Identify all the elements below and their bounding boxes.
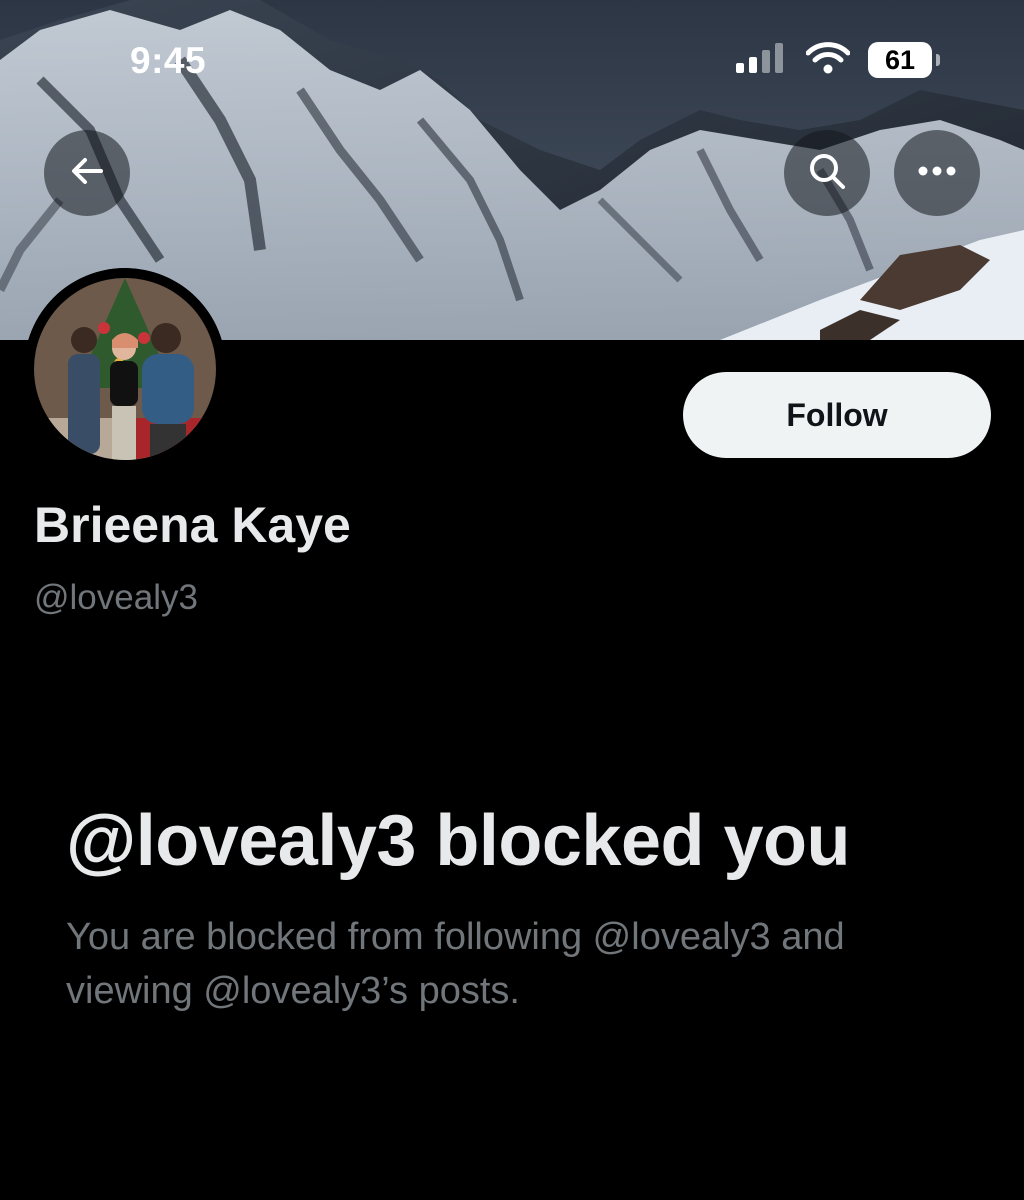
status-time: 9:45: [130, 40, 207, 81]
profile-avatar[interactable]: [24, 268, 226, 470]
search-icon: [806, 150, 848, 197]
wifi-icon: [805, 41, 851, 79]
profile-display-name: Brieena Kaye: [34, 497, 351, 553]
search-button[interactable]: [784, 130, 870, 216]
cellular-signal-icon: [736, 42, 788, 78]
status-icons: 61: [736, 40, 940, 80]
back-button[interactable]: [44, 130, 130, 216]
battery-indicator: 61: [868, 42, 940, 78]
battery-level: 61: [884, 44, 916, 75]
profile-handle: @lovealy3: [34, 578, 198, 617]
arrow-left-icon: [67, 151, 107, 196]
more-options-button[interactable]: [894, 130, 980, 216]
avatar-photo: [24, 268, 226, 470]
blocked-title: @lovealy3 blocked you: [66, 801, 851, 881]
blocked-description: You are blocked from following @lovealy3…: [66, 916, 845, 1012]
follow-button[interactable]: Follow: [683, 372, 991, 458]
more-horizontal-icon: [917, 164, 957, 182]
